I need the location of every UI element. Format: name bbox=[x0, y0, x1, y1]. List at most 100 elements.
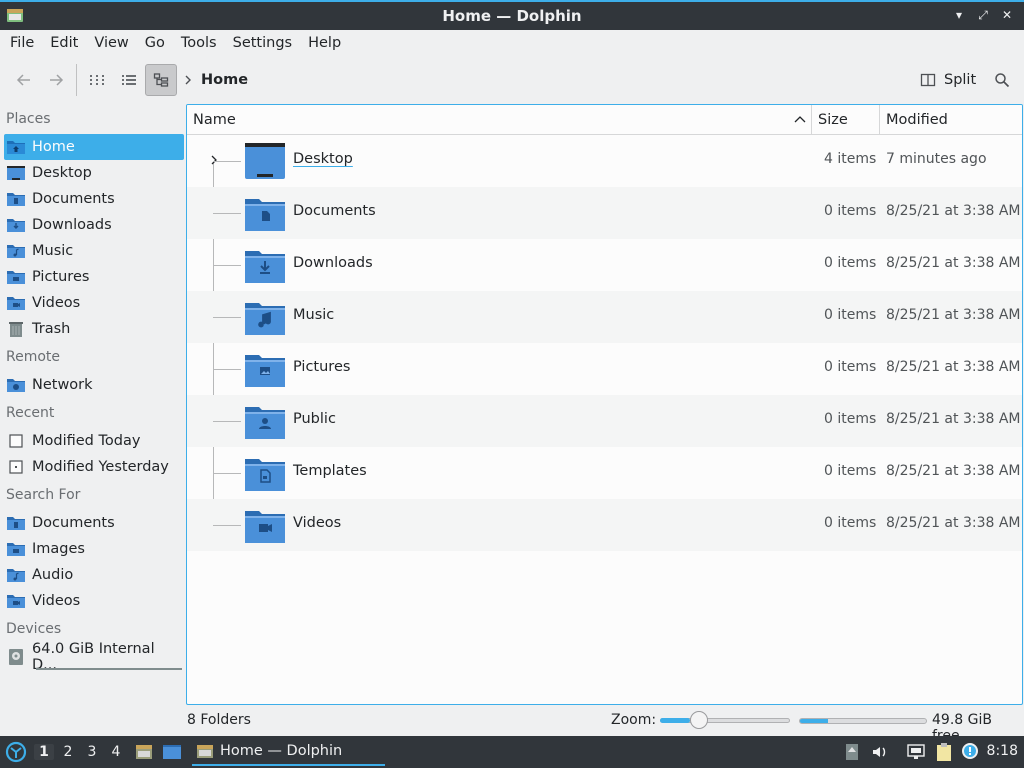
lxqt-logo-icon bbox=[5, 741, 27, 763]
table-row[interactable]: Public 0 items 8/25/21 at 3:38 AM bbox=[187, 395, 1022, 447]
quicklaunch-file-manager[interactable] bbox=[134, 742, 154, 762]
column-size-label: Size bbox=[818, 111, 848, 128]
table-row[interactable]: Videos 0 items 8/25/21 at 3:38 AM bbox=[187, 499, 1022, 551]
column-modified[interactable]: Modified bbox=[880, 105, 1022, 134]
file-name[interactable]: Public bbox=[293, 411, 336, 427]
workspace-1[interactable]: 1 bbox=[34, 744, 54, 760]
sidebar-item-remote-network[interactable]: Network bbox=[4, 372, 184, 398]
sidebar-item-recent-modified-today[interactable]: Modified Today bbox=[4, 428, 184, 454]
forward-button[interactable] bbox=[40, 64, 72, 96]
clock[interactable]: 8:18 bbox=[987, 743, 1018, 759]
compact-view-button[interactable] bbox=[113, 64, 145, 96]
sidebar-item-places-documents[interactable]: Documents bbox=[4, 186, 184, 212]
trash-icon bbox=[6, 320, 26, 338]
zoom-fill bbox=[660, 718, 690, 723]
tree-branch bbox=[213, 421, 241, 422]
maximize-button[interactable]: ⤢ bbox=[972, 4, 994, 26]
breadcrumb-home[interactable]: Home bbox=[201, 72, 248, 88]
file-name[interactable]: Downloads bbox=[293, 255, 373, 271]
sidebar-item-search-videos[interactable]: Videos bbox=[4, 588, 184, 614]
sidebar-item-devices-64-0-gib-internal-d[interactable]: 64.0 GiB Internal D... bbox=[4, 641, 184, 673]
menu-view[interactable]: View bbox=[86, 35, 136, 51]
zoom-handle[interactable] bbox=[689, 711, 708, 729]
file-name[interactable]: Pictures bbox=[293, 359, 350, 375]
desktop-icon bbox=[6, 164, 26, 182]
sidebar-item-label: Network bbox=[32, 377, 93, 393]
sidebar-item-label: Downloads bbox=[32, 217, 112, 233]
sidebar-item-places-home[interactable]: Home bbox=[4, 134, 184, 160]
zoom-slider[interactable] bbox=[660, 711, 790, 729]
menu-edit[interactable]: Edit bbox=[42, 35, 86, 51]
window-title: Home — Dolphin bbox=[442, 7, 582, 25]
table-row[interactable]: Documents 0 items 8/25/21 at 3:38 AM bbox=[187, 187, 1022, 239]
sidebar-item-search-audio[interactable]: Audio bbox=[4, 562, 184, 588]
tree-branch bbox=[213, 265, 241, 266]
menu-tools[interactable]: Tools bbox=[173, 35, 225, 51]
expand-toggle[interactable] bbox=[207, 153, 221, 167]
task-dolphin[interactable]: Home — Dolphin bbox=[192, 738, 385, 766]
sidebar-item-places-music[interactable]: Music bbox=[4, 238, 184, 264]
menu-help[interactable]: Help bbox=[300, 35, 349, 51]
file-view[interactable]: Name Size Modified Desktop 4 items 7 minut… bbox=[186, 104, 1023, 705]
app-launcher-button[interactable] bbox=[4, 741, 28, 763]
file-size: 0 items bbox=[824, 359, 877, 375]
table-row[interactable]: Music 0 items 8/25/21 at 3:38 AM bbox=[187, 291, 1022, 343]
tray-network[interactable] bbox=[906, 742, 926, 762]
menu-go[interactable]: Go bbox=[137, 35, 173, 51]
tray-updates[interactable] bbox=[842, 742, 862, 762]
menu-settings[interactable]: Settings bbox=[225, 35, 300, 51]
sidebar-section-search[interactable]: Search For bbox=[0, 480, 184, 510]
table-row[interactable]: Templates 0 items 8/25/21 at 3:38 AM bbox=[187, 447, 1022, 499]
sidebar-item-recent-modified-yesterday[interactable]: Modified Yesterday bbox=[4, 454, 184, 480]
quicklaunch-desktop[interactable] bbox=[162, 742, 182, 762]
sidebar-item-label: Trash bbox=[32, 321, 71, 337]
sidebar-item-places-trash[interactable]: Trash bbox=[4, 316, 184, 342]
videos-folder-icon bbox=[6, 294, 26, 312]
tray-volume[interactable] bbox=[870, 742, 890, 762]
table-row[interactable]: Downloads 0 items 8/25/21 at 3:38 AM bbox=[187, 239, 1022, 291]
sidebar-item-search-documents[interactable]: Documents bbox=[4, 510, 184, 536]
sidebar-item-places-videos[interactable]: Videos bbox=[4, 290, 184, 316]
file-name[interactable]: Videos bbox=[293, 515, 341, 531]
file-name[interactable]: Music bbox=[293, 307, 334, 323]
sidebar-section-recent[interactable]: Recent bbox=[0, 398, 184, 428]
file-size: 0 items bbox=[824, 463, 877, 479]
sidebar-item-places-downloads[interactable]: Downloads bbox=[4, 212, 184, 238]
tray-clipboard[interactable] bbox=[934, 742, 954, 762]
search-icon bbox=[995, 73, 1010, 88]
workspace-2[interactable]: 2 bbox=[58, 744, 78, 760]
minimize-button[interactable]: ▾ bbox=[948, 4, 970, 26]
menu-file[interactable]: File bbox=[2, 35, 42, 51]
sidebar-section-devices[interactable]: Devices bbox=[0, 614, 184, 644]
sidebar-section-remote[interactable]: Remote bbox=[0, 342, 184, 372]
file-list: Desktop 4 items 7 minutes ago Documents 0 it… bbox=[187, 135, 1022, 551]
close-button[interactable]: ✕ bbox=[996, 4, 1018, 26]
back-button[interactable] bbox=[8, 64, 40, 96]
file-name[interactable]: Documents bbox=[293, 203, 376, 219]
split-button[interactable]: Split bbox=[914, 64, 982, 96]
search-button[interactable] bbox=[986, 64, 1018, 96]
icons-view-button[interactable] bbox=[81, 64, 113, 96]
file-name[interactable]: Templates bbox=[293, 463, 367, 479]
file-name[interactable]: Desktop bbox=[293, 151, 353, 167]
table-row[interactable]: Desktop 4 items 7 minutes ago bbox=[187, 135, 1022, 187]
details-view-button[interactable] bbox=[145, 64, 177, 96]
sidebar-section-places[interactable]: Places bbox=[0, 104, 184, 134]
sidebar-item-places-desktop[interactable]: Desktop bbox=[4, 160, 184, 186]
downloads-folder-icon bbox=[6, 216, 26, 234]
workspace-4[interactable]: 4 bbox=[106, 744, 126, 760]
window-buttons: ▾ ⤢ ✕ bbox=[948, 4, 1018, 26]
workspace-3[interactable]: 3 bbox=[82, 744, 102, 760]
file-modified: 8/25/21 at 3:38 AM bbox=[886, 359, 1021, 375]
file-size: 0 items bbox=[824, 203, 877, 219]
table-row[interactable]: Pictures 0 items 8/25/21 at 3:38 AM bbox=[187, 343, 1022, 395]
volume-icon bbox=[873, 747, 886, 757]
split-view-icon bbox=[920, 73, 936, 87]
tray-notifications[interactable] bbox=[960, 742, 980, 762]
column-name[interactable]: Name bbox=[187, 105, 812, 134]
file-size: 0 items bbox=[824, 411, 877, 427]
file-size: 0 items bbox=[824, 255, 877, 271]
sidebar-item-places-pictures[interactable]: Pictures bbox=[4, 264, 184, 290]
column-size[interactable]: Size bbox=[812, 105, 880, 134]
sidebar-item-search-images[interactable]: Images bbox=[4, 536, 184, 562]
